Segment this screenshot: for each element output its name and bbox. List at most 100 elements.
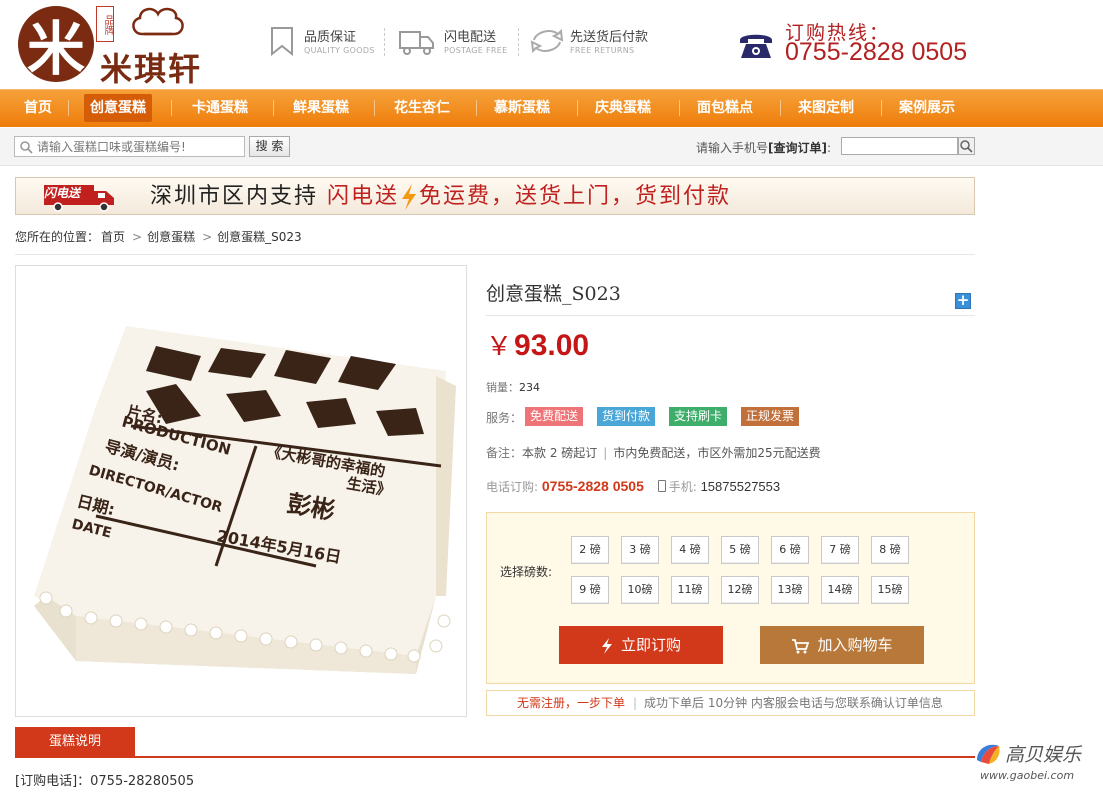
shopping-cart-icon — [792, 638, 810, 653]
main-nav: 首页 创意蛋糕 卡通蛋糕 鲜果蛋糕 花生杏仁 慕斯蛋糕 庆典蛋糕 面包糕点 来图… — [0, 89, 1103, 127]
search-icon — [960, 140, 973, 153]
banner-badge: 闪电送 — [44, 186, 81, 200]
sales-count: 销量：234 — [486, 379, 540, 395]
tip-highlight: 无需注册，一步下单 — [517, 696, 626, 710]
weight-option-7[interactable]: 7 磅 — [821, 536, 859, 564]
buy-now-button[interactable]: 立即订购 — [559, 626, 723, 664]
nav-item-cartoon-cake[interactable]: 卡通蛋糕 — [186, 94, 254, 122]
nav-item-bread-pastry[interactable]: 面包糕点 — [691, 94, 759, 122]
order-query-button[interactable] — [958, 137, 975, 155]
feature-title: 闪电配送 — [444, 30, 497, 45]
tip-separator: | — [633, 696, 638, 710]
order-query-prefix: 请输入手机号 — [696, 141, 769, 155]
feature-pay-on-delivery: 先送货后付款 FREE RETURNS — [530, 24, 660, 64]
breadcrumb: 您所在的位置： 首页 > 创意蛋糕 > 创意蛋糕_S023 — [15, 228, 304, 245]
add-to-cart-button[interactable]: 加入购物车 — [760, 626, 924, 664]
weight-label: 选择磅数: — [500, 565, 553, 579]
site-logo[interactable]: 米 品牌 米琪轩 — [18, 4, 218, 88]
nav-item-fruit-cake[interactable]: 鲜果蛋糕 — [287, 94, 355, 122]
weight-option-14[interactable]: 14磅 — [821, 576, 859, 604]
divider — [518, 28, 519, 56]
nav-separator — [273, 100, 274, 116]
product-price: ￥93.00 — [486, 326, 589, 363]
watermark: 高贝娱乐 www.gaobei.com — [975, 740, 1090, 790]
nav-separator — [68, 100, 69, 116]
mobile-label: 手机: — [668, 480, 697, 494]
delivery-truck-icon — [399, 31, 434, 55]
bookmark-icon — [271, 27, 293, 56]
weight-option-9[interactable]: 9 磅 — [571, 576, 609, 604]
return-arrows-icon — [530, 28, 564, 54]
weight-option-8[interactable]: 8 磅 — [871, 536, 909, 564]
nav-item-mousse-cake[interactable]: 慕斯蛋糕 — [488, 94, 556, 122]
feature-title: 品质保证 — [304, 30, 357, 45]
banner-text-red-1: 闪电送 — [327, 184, 400, 209]
mobile-phone-icon — [657, 480, 666, 492]
nav-separator — [171, 100, 172, 116]
services-label: 服务： — [486, 411, 523, 425]
order-phone[interactable]: 0755-2828 0505 — [542, 478, 644, 494]
hotline-number[interactable]: 0755-2828 0505 — [785, 38, 967, 67]
order-phone-input[interactable] — [841, 137, 958, 155]
note-min-weight: 本款 2 磅起订 — [522, 446, 598, 460]
divider — [15, 756, 975, 758]
weight-option-4[interactable]: 4 磅 — [671, 536, 709, 564]
weight-option-11[interactable]: 11磅 — [671, 576, 709, 604]
nav-item-home[interactable]: 首页 — [18, 94, 58, 122]
product-title: 创意蛋糕_S023 — [486, 283, 621, 305]
feature-delivery: 闪电配送 POSTAGE FREE — [398, 24, 513, 64]
weight-option-10[interactable]: 10磅 — [621, 576, 659, 604]
nav-item-cases[interactable]: 案例展示 — [893, 94, 961, 122]
search-box — [14, 136, 245, 157]
share-plus-button[interactable]: + — [955, 293, 971, 309]
weight-selector: 选择磅数: 2 磅 3 磅 4 磅 5 磅 6 磅 7 磅 8 磅 9 磅 10… — [486, 512, 975, 684]
tab-cake-description[interactable]: 蛋糕说明 — [15, 727, 135, 757]
banner-message: 深圳市区内支持 闪电送 免运费，送货上门，货到付款 — [150, 182, 731, 212]
feature-quality: 品质保证 QUALITY GOODS — [268, 24, 378, 64]
nav-item-custom-order[interactable]: 来图定制 — [792, 94, 860, 122]
banner-text-black: 深圳市区内支持 — [150, 184, 327, 209]
order-query-link[interactable]: [查询订单] — [768, 141, 827, 155]
logo-mark: 米 — [18, 6, 94, 83]
watermark-url: www.gaobei.com — [980, 769, 1075, 782]
weight-option-3[interactable]: 3 磅 — [621, 536, 659, 564]
nav-separator — [679, 100, 680, 116]
buy-now-label: 立即订购 — [620, 636, 681, 654]
sales-label: 销量： — [486, 381, 519, 394]
search-input[interactable] — [37, 138, 242, 155]
breadcrumb-home[interactable]: 首页 — [101, 230, 125, 244]
delivery-banner[interactable]: 闪电送 深圳市区内支持 闪电送 免运费，送货上门，货到付款 — [15, 177, 975, 215]
weight-option-15[interactable]: 15磅 — [871, 576, 909, 604]
note-label: 备注： — [486, 446, 523, 460]
nav-separator — [881, 100, 882, 116]
search-bar: 搜 索 请输入手机号[查询订单]: — [0, 128, 1103, 166]
weight-option-6[interactable]: 6 磅 — [771, 536, 809, 564]
weight-option-2[interactable]: 2 磅 — [571, 536, 609, 564]
weight-option-12[interactable]: 12磅 — [721, 576, 759, 604]
sales-value: 234 — [519, 381, 540, 394]
divider — [486, 315, 975, 316]
order-hotline: 订购热线： 0755-2828 0505 — [737, 14, 987, 74]
tip-text: 成功下单后 10分钟 内客服会电话与您联系确认订单信息 — [644, 696, 943, 710]
weight-option-5[interactable]: 5 磅 — [721, 536, 759, 564]
feature-subtitle: QUALITY GOODS — [304, 46, 375, 55]
service-tag-free-delivery: 免费配送 — [525, 407, 584, 426]
order-query-label: 请输入手机号[查询订单]: — [696, 139, 831, 156]
feature-title: 先送货后付款 — [570, 30, 649, 45]
breadcrumb-category[interactable]: 创意蛋糕 — [147, 230, 195, 244]
note-separator: | — [603, 446, 608, 460]
service-tag-cash-on-delivery: 货到付款 — [597, 407, 656, 426]
nav-item-peanut-almond[interactable]: 花生杏仁 — [388, 94, 456, 122]
product-image[interactable]: 片名: PRODUCTION 导演/演员: DIRECTOR/ACTOR 日期:… — [15, 265, 467, 717]
nav-item-creative-cake[interactable]: 创意蛋糕 — [84, 94, 152, 122]
mobile-number[interactable]: 15875527553 — [701, 479, 781, 494]
logo-seal: 品牌 — [96, 6, 114, 42]
service-tag-card-payment: 支持刷卡 — [669, 407, 728, 426]
site-header: 米 品牌 米琪轩 品质保证 QUALITY GOODS 闪电配送 POSTAGE… — [0, 0, 1103, 90]
currency-symbol: ￥ — [486, 332, 513, 362]
weight-option-13[interactable]: 13磅 — [771, 576, 809, 604]
breadcrumb-separator: > — [132, 230, 143, 244]
search-button[interactable]: 搜 索 — [249, 136, 290, 157]
nav-item-celebration-cake[interactable]: 庆典蛋糕 — [589, 94, 657, 122]
feature-subtitle: POSTAGE FREE — [444, 46, 508, 55]
